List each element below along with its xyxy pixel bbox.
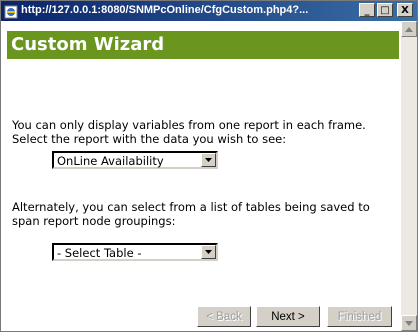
browser-popup-window: http://127.0.0.1:8080/SNMPcOnline/CfgCus… — [0, 0, 418, 332]
maximize-button[interactable]: □ — [377, 3, 393, 17]
wizard-header: Custom Wizard — [7, 31, 399, 59]
back-button[interactable]: < Back — [197, 306, 251, 327]
window-title: http://127.0.0.1:8080/SNMPcOnline/CfgCus… — [21, 4, 309, 16]
vertical-scrollbar[interactable] — [401, 21, 417, 331]
ie-page-icon — [4, 4, 18, 19]
chevron-down-icon[interactable] — [201, 153, 216, 167]
chevron-down-icon[interactable] — [201, 245, 216, 259]
alternate-text: Alternately, you can select from a list … — [12, 200, 370, 228]
page-title: Custom Wizard — [11, 34, 165, 55]
table-select[interactable]: - Select Table - — [52, 243, 218, 261]
close-button[interactable]: X — [397, 3, 413, 17]
intro-text: You can only display variables from one … — [12, 118, 366, 146]
next-button[interactable]: Next > — [256, 306, 320, 327]
title-bar[interactable]: http://127.0.0.1:8080/SNMPcOnline/CfgCus… — [1, 1, 417, 21]
table-select-value: - Select Table - — [57, 246, 142, 260]
report-select[interactable]: OnLine Availability — [52, 151, 218, 169]
minimize-button[interactable]: _ — [359, 3, 375, 17]
finished-button[interactable]: Finished — [327, 306, 392, 327]
scroll-down-arrow[interactable] — [401, 315, 417, 331]
report-select-value: OnLine Availability — [57, 154, 164, 168]
scroll-up-arrow[interactable] — [401, 21, 417, 37]
